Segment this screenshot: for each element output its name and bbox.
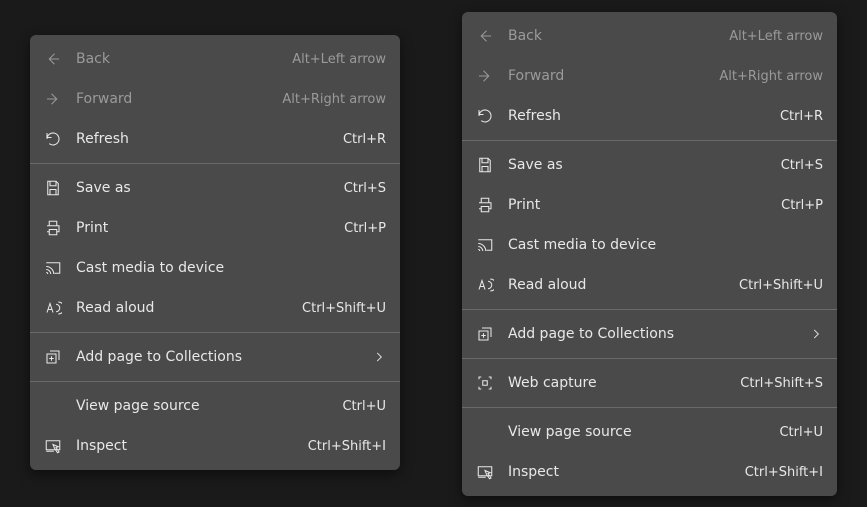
menu-item-label: Cast media to device <box>508 237 823 253</box>
menu-item-label: Read aloud <box>508 277 739 293</box>
back-arrow-icon <box>44 50 76 68</box>
context-menu-left: Back Alt+Left arrow Forward Alt+Right ar… <box>30 35 400 470</box>
menu-item-shortcut: Ctrl+R <box>343 132 386 147</box>
menu-item-view-source[interactable]: View page source Ctrl+U <box>30 386 400 426</box>
menu-item-shortcut: Ctrl+Shift+I <box>745 465 823 480</box>
menu-item-shortcut: Ctrl+R <box>780 109 823 124</box>
menu-item-label: Save as <box>76 180 344 196</box>
menu-item-back[interactable]: Back Alt+Left arrow <box>30 39 400 79</box>
chevron-right-icon <box>372 350 386 364</box>
read-aloud-icon <box>476 276 508 294</box>
menu-item-shortcut: Alt+Right arrow <box>282 92 386 107</box>
menu-item-label: Forward <box>508 68 719 84</box>
print-icon <box>44 219 76 237</box>
menu-item-shortcut: Alt+Left arrow <box>729 29 823 44</box>
save-icon <box>476 156 508 174</box>
menu-item-shortcut: Ctrl+U <box>779 425 823 440</box>
forward-arrow-icon <box>44 90 76 108</box>
menu-item-shortcut: Alt+Right arrow <box>719 69 823 84</box>
menu-item-label: Save as <box>508 157 781 173</box>
menu-item-cast[interactable]: Cast media to device <box>30 248 400 288</box>
menu-item-print[interactable]: Print Ctrl+P <box>30 208 400 248</box>
cast-icon <box>476 236 508 254</box>
menu-item-label: Forward <box>76 91 282 107</box>
menu-separator <box>30 332 400 333</box>
context-menu-right: Back Alt+Left arrow Forward Alt+Right ar… <box>462 12 837 496</box>
menu-separator <box>462 358 837 359</box>
menu-item-web-capture[interactable]: Web capture Ctrl+Shift+S <box>462 363 837 403</box>
menu-item-shortcut: Ctrl+S <box>344 181 386 196</box>
read-aloud-icon <box>44 299 76 317</box>
menu-item-shortcut: Ctrl+P <box>781 198 823 213</box>
menu-item-collections[interactable]: Add page to Collections <box>462 314 837 354</box>
menu-item-label: Refresh <box>508 108 780 124</box>
menu-item-label: Refresh <box>76 131 343 147</box>
menu-item-read-aloud[interactable]: Read aloud Ctrl+Shift+U <box>462 265 837 305</box>
menu-separator <box>462 140 837 141</box>
menu-item-label: Add page to Collections <box>76 349 372 365</box>
chevron-right-icon <box>809 327 823 341</box>
menu-item-shortcut: Ctrl+S <box>781 158 823 173</box>
menu-separator <box>462 309 837 310</box>
menu-item-label: Back <box>508 28 729 44</box>
menu-item-label: Cast media to device <box>76 260 386 276</box>
menu-item-back[interactable]: Back Alt+Left arrow <box>462 16 837 56</box>
forward-arrow-icon <box>476 67 508 85</box>
refresh-icon <box>44 130 76 148</box>
menu-item-forward[interactable]: Forward Alt+Right arrow <box>462 56 837 96</box>
menu-item-shortcut: Alt+Left arrow <box>292 52 386 67</box>
menu-item-cast[interactable]: Cast media to device <box>462 225 837 265</box>
menu-item-label: View page source <box>76 398 342 414</box>
menu-item-refresh[interactable]: Refresh Ctrl+R <box>30 119 400 159</box>
menu-item-label: Inspect <box>76 438 308 454</box>
menu-item-view-source[interactable]: View page source Ctrl+U <box>462 412 837 452</box>
menu-item-inspect[interactable]: Inspect Ctrl+Shift+I <box>30 426 400 466</box>
menu-item-shortcut: Ctrl+Shift+I <box>308 439 386 454</box>
menu-item-shortcut: Ctrl+Shift+U <box>739 278 823 293</box>
menu-item-save-as[interactable]: Save as Ctrl+S <box>30 168 400 208</box>
menu-item-label: Inspect <box>508 464 745 480</box>
menu-item-collections[interactable]: Add page to Collections <box>30 337 400 377</box>
menu-item-label: Read aloud <box>76 300 302 316</box>
cast-icon <box>44 259 76 277</box>
collections-icon <box>476 325 508 343</box>
menu-item-refresh[interactable]: Refresh Ctrl+R <box>462 96 837 136</box>
menu-item-label: Add page to Collections <box>508 326 809 342</box>
menu-item-label: View page source <box>508 424 779 440</box>
menu-item-shortcut: Ctrl+Shift+S <box>740 376 823 391</box>
menu-item-forward[interactable]: Forward Alt+Right arrow <box>30 79 400 119</box>
menu-item-label: Back <box>76 51 292 67</box>
menu-separator <box>30 381 400 382</box>
refresh-icon <box>476 107 508 125</box>
inspect-icon <box>44 437 76 455</box>
menu-separator <box>462 407 837 408</box>
menu-item-print[interactable]: Print Ctrl+P <box>462 185 837 225</box>
menu-separator <box>30 163 400 164</box>
print-icon <box>476 196 508 214</box>
menu-item-label: Print <box>508 197 781 213</box>
menu-item-label: Print <box>76 220 344 236</box>
menu-item-save-as[interactable]: Save as Ctrl+S <box>462 145 837 185</box>
menu-item-shortcut: Ctrl+Shift+U <box>302 301 386 316</box>
inspect-icon <box>476 463 508 481</box>
menu-item-shortcut: Ctrl+U <box>342 399 386 414</box>
collections-icon <box>44 348 76 366</box>
menu-item-label: Web capture <box>508 375 740 391</box>
menu-item-read-aloud[interactable]: Read aloud Ctrl+Shift+U <box>30 288 400 328</box>
back-arrow-icon <box>476 27 508 45</box>
save-icon <box>44 179 76 197</box>
menu-item-shortcut: Ctrl+P <box>344 221 386 236</box>
menu-item-inspect[interactable]: Inspect Ctrl+Shift+I <box>462 452 837 492</box>
web-capture-icon <box>476 374 508 392</box>
